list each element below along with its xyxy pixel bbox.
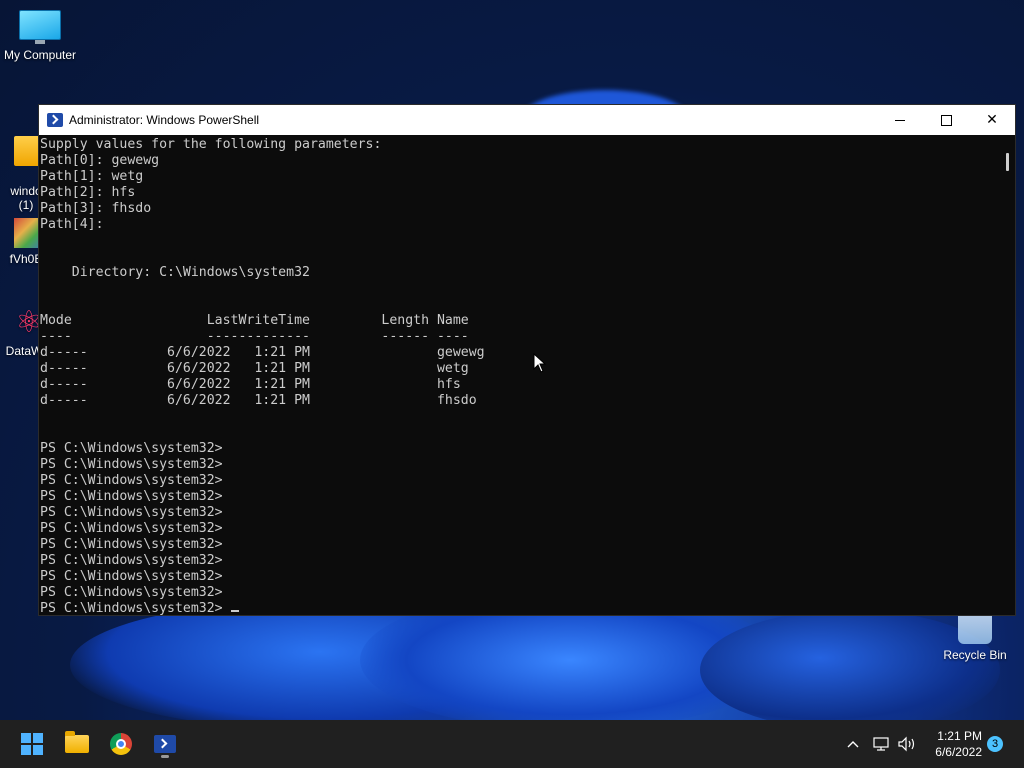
console-line: d----- 6/6/2022 1:21 PM gewewg (40, 345, 485, 360)
console-line: Path[0]: gewewg (40, 153, 160, 168)
desktop-icon-label: DataW (5, 344, 43, 358)
window-title: Administrator: Windows PowerShell (69, 113, 260, 127)
chrome-icon (110, 733, 132, 755)
console-line: Path[1]: wetg (40, 169, 144, 184)
tray-overflow-button[interactable] (846, 720, 860, 768)
windows-start-icon (21, 733, 43, 755)
console-line: PS C:\Windows\system32> (40, 473, 223, 488)
console-line: PS C:\Windows\system32> (40, 457, 223, 472)
console-line: d----- 6/6/2022 1:21 PM hfs (40, 377, 461, 392)
scrollbar-thumb[interactable] (1006, 153, 1009, 171)
maximize-button[interactable] (923, 105, 969, 135)
console-output[interactable]: Supply values for the following paramete… (39, 135, 999, 615)
monitor-icon (19, 10, 61, 44)
console-line: Mode LastWriteTime Length Name (40, 313, 469, 328)
console-line: PS C:\Windows\system32> (40, 489, 223, 504)
console-line: PS C:\Windows\system32> (40, 569, 223, 584)
taskbar-chrome[interactable] (105, 728, 137, 760)
wallpaper-bloom (70, 600, 570, 730)
tray-network[interactable] (872, 720, 890, 768)
taskbar-file-explorer[interactable] (61, 728, 93, 760)
console-text: Supply values for the following paramete… (40, 137, 999, 615)
maximize-icon (940, 114, 952, 126)
desktop-icon-label: My Computer (3, 48, 77, 62)
network-icon (873, 737, 889, 751)
powershell-icon (154, 735, 176, 753)
desktop-icon-my-computer[interactable]: My Computer (0, 10, 80, 62)
taskbar-powershell[interactable] (149, 728, 181, 760)
text-cursor (230, 610, 239, 612)
tray-volume[interactable] (897, 720, 917, 768)
console-line: PS C:\Windows\system32> (40, 521, 223, 536)
console-line: ---- ------------- ------ ---- (40, 329, 469, 344)
console-line: PS C:\Windows\system32> (40, 441, 223, 456)
console-scrollbar[interactable] (999, 135, 1015, 615)
minimize-icon (895, 119, 905, 121)
console-line: d----- 6/6/2022 1:21 PM wetg (40, 361, 469, 376)
console-line: PS C:\Windows\system32> (40, 537, 223, 552)
console-line: PS C:\Windows\system32> (40, 505, 223, 520)
console-line: Directory: C:\Windows\system32 (40, 265, 310, 280)
console-line: Supply values for the following paramete… (40, 137, 382, 152)
console-line: Path[4]: (40, 217, 104, 232)
taskbar-clock[interactable]: 1:21 PM 6/6/2022 (935, 728, 982, 760)
volume-icon (898, 736, 915, 752)
clock-time: 1:21 PM (937, 729, 982, 743)
active-indicator (161, 755, 169, 758)
recycle-bin-icon (958, 612, 992, 644)
console-line: Path[3]: fhsdo (40, 201, 152, 216)
desktop-icon-label: Recycle Bin (943, 648, 1007, 662)
powershell-icon (47, 113, 63, 127)
console-line: PS C:\Windows\system32> (40, 553, 223, 568)
chevron-up-icon (847, 741, 859, 748)
close-icon: ✕ (986, 112, 998, 128)
console-line: PS C:\Windows\system32> (40, 585, 223, 600)
window-titlebar[interactable]: Administrator: Windows PowerShell ✕ (39, 105, 1015, 135)
desktop-icon-recycle-bin[interactable]: Recycle Bin (935, 612, 1015, 662)
minimize-button[interactable] (877, 105, 923, 135)
desktop-icon-label: windo (1) (10, 184, 42, 212)
taskbar: 1:21 PM 6/6/2022 3 (0, 720, 1024, 768)
notification-badge[interactable]: 3 (987, 736, 1003, 752)
start-button[interactable] (16, 728, 48, 760)
close-button[interactable]: ✕ (969, 105, 1015, 135)
powershell-window[interactable]: Administrator: Windows PowerShell ✕ Supp… (38, 104, 1016, 616)
console-current-prompt: PS C:\Windows\system32> (40, 601, 231, 615)
window-controls: ✕ (877, 105, 1015, 135)
clock-date: 6/6/2022 (935, 745, 982, 759)
console-line: d----- 6/6/2022 1:21 PM fhsdo (40, 393, 477, 408)
folder-icon (65, 731, 89, 753)
console-line: Path[2]: hfs (40, 185, 136, 200)
